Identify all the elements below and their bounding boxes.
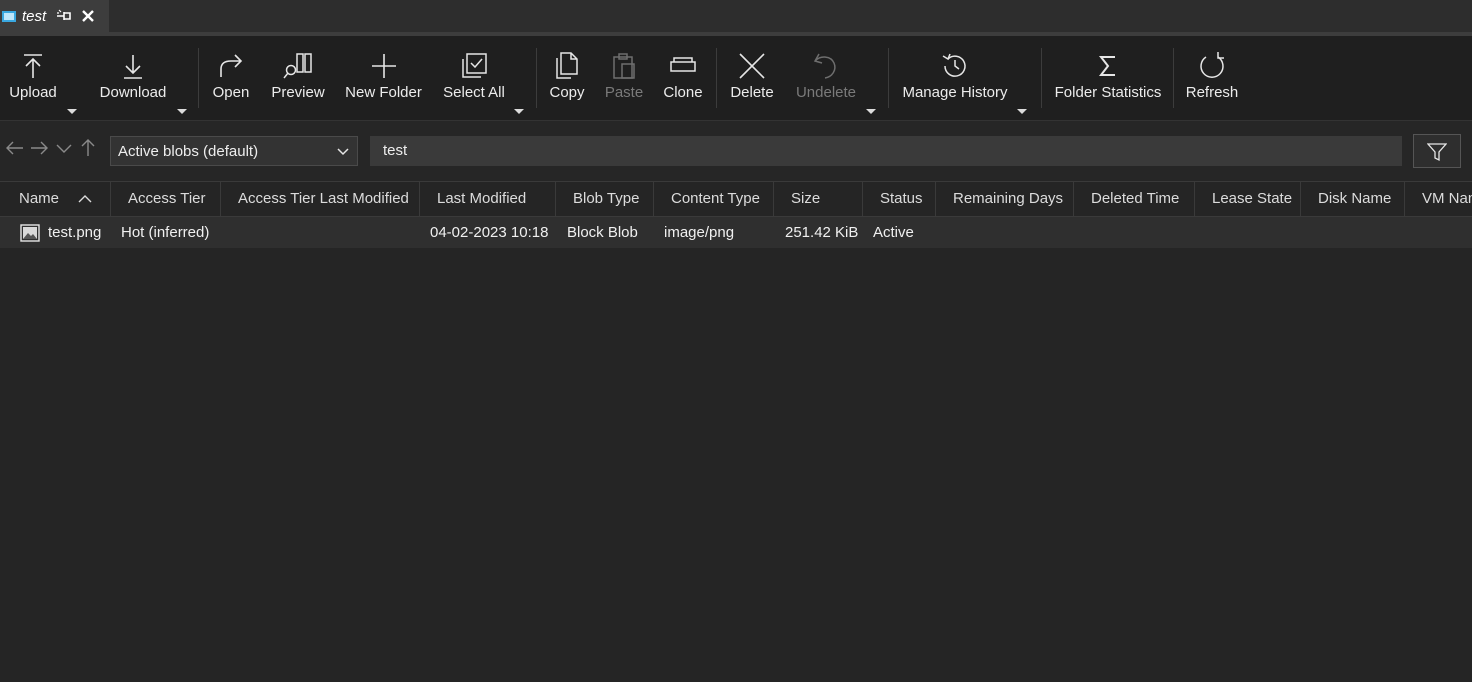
forward-icon[interactable] — [28, 137, 50, 159]
folder-statistics-button[interactable]: Folder Statistics — [1052, 36, 1164, 120]
view-mode-select[interactable]: Active blobs (default) — [110, 136, 358, 166]
undelete-button[interactable]: Undelete — [792, 36, 860, 120]
upload-button[interactable]: Upload — [6, 36, 60, 120]
address-bar: Active blobs (default) test — [0, 121, 1472, 181]
upload-label: Upload — [9, 84, 57, 101]
cell-last-modified: 04-02-2023 10:18 — [430, 224, 549, 241]
toolbar-separator — [888, 48, 889, 108]
column-header-blob-type[interactable]: Blob Type — [556, 182, 654, 216]
undo-icon — [813, 53, 836, 79]
close-icon[interactable] — [81, 9, 95, 23]
toolbar-separator — [1041, 48, 1042, 108]
column-header-size[interactable]: Size — [774, 182, 863, 216]
filter-icon — [1427, 143, 1447, 162]
refresh-button[interactable]: Refresh — [1184, 36, 1240, 120]
clone-label: Clone — [663, 84, 703, 101]
toolbar-separator — [536, 48, 537, 108]
copy-button[interactable]: Copy — [546, 36, 588, 120]
manage-history-dropdown-caret[interactable] — [1017, 109, 1027, 114]
cell-status: Active — [873, 224, 914, 241]
delete-button[interactable]: Delete — [726, 36, 778, 120]
toolbar: Upload Download Open Preview New Folder … — [0, 36, 1472, 120]
select-all-icon — [462, 53, 487, 78]
paste-icon — [613, 53, 635, 79]
upload-icon — [24, 54, 42, 78]
copy-label: Copy — [549, 84, 585, 101]
clone-button[interactable]: Clone — [660, 36, 706, 120]
column-header-disk-name[interactable]: Disk Name — [1301, 182, 1405, 216]
column-header-deleted-time[interactable]: Deleted Time — [1074, 182, 1195, 216]
image-file-icon — [20, 224, 40, 242]
clone-icon — [670, 57, 696, 72]
sigma-icon — [1098, 56, 1115, 76]
download-label: Download — [99, 84, 167, 101]
column-header-lease-state[interactable]: Lease State — [1195, 182, 1301, 216]
open-icon — [220, 54, 243, 77]
select-all-label: Select All — [443, 84, 505, 101]
column-header-name-label: Name — [19, 190, 60, 207]
select-all-dropdown-caret[interactable] — [514, 109, 524, 114]
plus-icon — [371, 54, 396, 78]
manage-history-button[interactable]: Manage History — [899, 36, 1011, 120]
undelete-dropdown-caret[interactable] — [866, 109, 876, 114]
copy-icon — [556, 52, 578, 79]
new-folder-button[interactable]: New Folder — [342, 36, 425, 120]
up-icon[interactable] — [77, 137, 99, 159]
table-row[interactable]: test.png Hot (inferred) 04-02-2023 10:18… — [0, 217, 1472, 248]
tab-test[interactable]: test — [0, 0, 109, 32]
paste-label: Paste — [604, 84, 644, 101]
cell-name: test.png — [48, 224, 102, 241]
column-header-last-modified[interactable]: Last Modified — [420, 182, 556, 216]
toolbar-separator — [716, 48, 717, 108]
column-header-content-type[interactable]: Content Type — [654, 182, 774, 216]
back-icon[interactable] — [4, 137, 26, 159]
cell-content-type: image/png — [664, 224, 735, 241]
tab-strip: test — [0, 0, 1472, 32]
cell-access-tier: Hot (inferred) — [121, 224, 210, 241]
table-header: Name Access Tier Access Tier Last Modifi… — [0, 181, 1472, 217]
refresh-icon — [1200, 52, 1224, 78]
tab-title: test — [22, 7, 47, 25]
select-all-button[interactable]: Select All — [440, 36, 508, 120]
manage-history-label: Manage History — [902, 84, 1008, 101]
history-icon — [942, 53, 966, 77]
upload-dropdown-caret[interactable] — [67, 109, 77, 114]
toolbar-separator — [1173, 48, 1174, 108]
pin-icon[interactable] — [55, 7, 73, 25]
toolbar-separator — [198, 48, 199, 108]
column-header-status[interactable]: Status — [863, 182, 936, 216]
path-value: test — [383, 142, 408, 159]
refresh-label: Refresh — [1185, 84, 1239, 101]
cell-blob-type: Block Blob — [567, 224, 638, 241]
preview-icon — [283, 53, 312, 79]
folder-statistics-label: Folder Statistics — [1054, 84, 1162, 101]
new-folder-label: New Folder — [345, 84, 422, 101]
sort-ascending-icon — [78, 195, 92, 203]
column-header-access-tier[interactable]: Access Tier — [111, 182, 221, 216]
paste-button[interactable]: Paste — [603, 36, 645, 120]
filter-button[interactable] — [1413, 134, 1461, 168]
download-icon — [124, 55, 142, 79]
folder-icon — [2, 10, 16, 22]
delete-icon — [739, 53, 765, 79]
history-dropdown-icon[interactable] — [53, 137, 75, 159]
preview-label: Preview — [271, 84, 325, 101]
column-header-remaining-days[interactable]: Remaining Days — [936, 182, 1074, 216]
path-input[interactable]: test — [370, 136, 1402, 166]
open-label: Open — [212, 84, 250, 101]
column-header-access-tier-last-modified[interactable]: Access Tier Last Modified — [221, 182, 420, 216]
download-dropdown-caret[interactable] — [177, 109, 187, 114]
delete-label: Delete — [730, 84, 774, 101]
undelete-label: Undelete — [795, 84, 857, 101]
cell-size: 251.42 KiB — [785, 224, 859, 241]
column-header-name[interactable]: Name — [0, 182, 111, 216]
open-button[interactable]: Open — [208, 36, 254, 120]
column-header-vm-name[interactable]: VM Name — [1405, 182, 1472, 216]
preview-button[interactable]: Preview — [268, 36, 328, 120]
download-button[interactable]: Download — [96, 36, 170, 120]
view-mode-value: Active blobs (default) — [118, 143, 259, 160]
chevron-down-icon — [337, 148, 349, 156]
